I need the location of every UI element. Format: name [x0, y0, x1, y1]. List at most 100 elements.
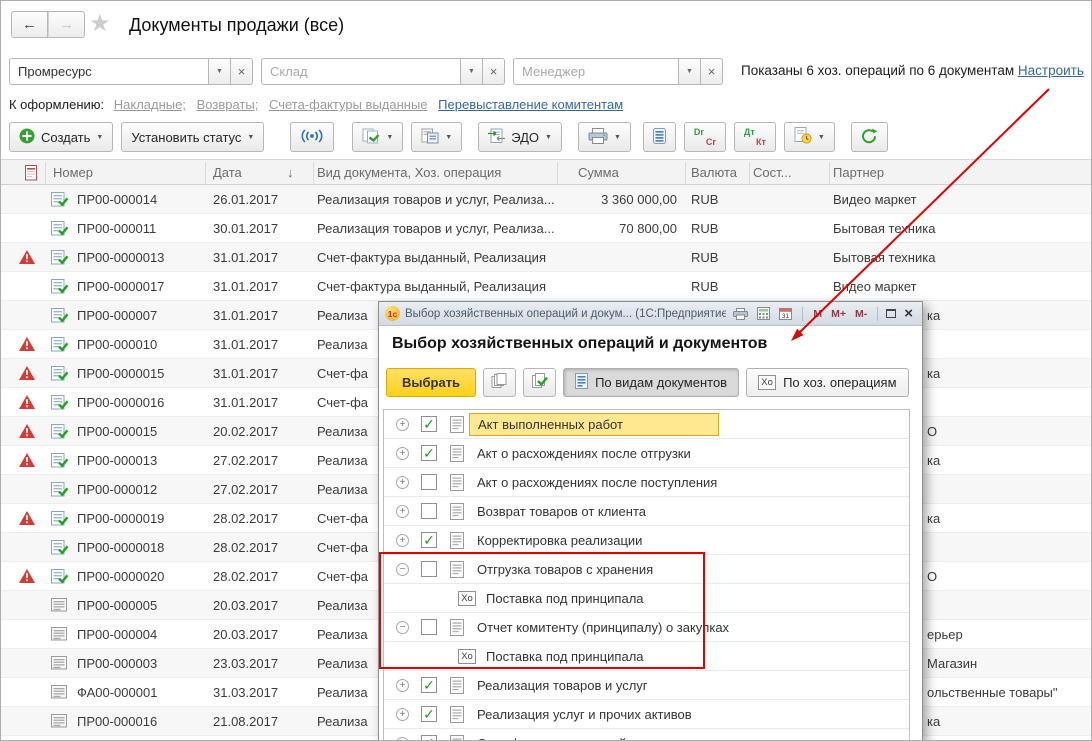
collapse-icon[interactable]: − [396, 621, 409, 634]
item-checkbox[interactable] [421, 619, 437, 635]
document-type-item[interactable]: + ✓ Акт о расхождениях после отгрузки [384, 439, 909, 468]
unposted-document-icon [51, 685, 68, 701]
item-label: Акт о расхождениях после отгрузки [477, 446, 691, 461]
item-checkbox[interactable]: ✓ [421, 416, 437, 432]
memory-m-minus-button[interactable]: М- [853, 308, 869, 320]
quick-link-reinvoice[interactable]: Перевыставление комитентам [438, 97, 623, 112]
quick-link-nakladnye[interactable]: Накладные; [114, 97, 186, 112]
column-header-currency[interactable]: Валюта [691, 160, 737, 185]
expand-icon[interactable]: + [396, 476, 409, 489]
memory-m-button[interactable]: М [811, 308, 824, 320]
warehouse-input[interactable]: Склад [261, 58, 461, 85]
item-checkbox[interactable]: ✓ [421, 532, 437, 548]
table-row[interactable]: ПР00-0000013 31.01.2017 Счет-фактура выдан… [1, 243, 1091, 272]
posting-state-column-icon [25, 165, 38, 184]
manager-clear-button[interactable]: × [701, 58, 723, 85]
report-list-button[interactable] [642, 122, 676, 152]
organization-dropdown-button[interactable]: ▼ [209, 58, 231, 85]
forward-button[interactable]: → [48, 11, 85, 38]
favorite-star-icon[interactable]: ★ [89, 9, 111, 38]
by-operations-toggle[interactable]: Xo По хоз. операциям [746, 368, 909, 397]
report-list-icon [652, 127, 666, 147]
select-button[interactable]: Выбрать [386, 368, 477, 397]
clear-icon: × [707, 64, 716, 79]
document-sum: 3 360 000,00 [601, 192, 677, 207]
pages-check-button[interactable] [523, 368, 557, 397]
discussions-button[interactable] [290, 122, 335, 152]
dt-kt-button[interactable]: Дт Кт [733, 122, 776, 152]
warehouse-clear-button[interactable]: × [483, 58, 505, 85]
column-header-partner[interactable]: Партнер [833, 160, 884, 185]
organization-clear-button[interactable]: × [231, 58, 253, 85]
document-type-item[interactable]: + ✓ Счет-фактура выданный [384, 729, 909, 740]
operation-sub-item[interactable]: Xo Поставка под принципала [384, 584, 909, 613]
edo-button[interactable]: ЭДО ▼ [478, 122, 562, 152]
posted-document-icon [51, 308, 69, 324]
quick-link-vozvraty[interactable]: Возвраты; [197, 97, 259, 112]
close-button[interactable]: × [901, 305, 916, 322]
configure-link[interactable]: Настроить [1018, 63, 1084, 78]
expand-icon[interactable]: + [396, 737, 409, 740]
titlebar-calendar-icon[interactable]: 31 [777, 307, 794, 320]
titlebar-calculator-icon[interactable] [755, 307, 772, 320]
item-checkbox[interactable] [421, 474, 437, 490]
create-based-on-button[interactable]: ▼ [352, 122, 404, 152]
operation-sub-item[interactable]: Xo Поставка под принципала [384, 642, 909, 671]
organization-input[interactable]: Промресурс [9, 58, 209, 85]
reports-button[interactable]: ▼ [411, 122, 463, 152]
maximize-button[interactable] [886, 309, 897, 318]
expand-icon[interactable]: + [396, 447, 409, 460]
table-header: Номер Дата ↓ Вид документа, Хоз. операци… [1, 159, 1091, 185]
dialog-titlebar[interactable]: 1с Выбор хозяйственных операций и докум.… [379, 302, 922, 326]
document-number: ПР00-0000017 [77, 279, 165, 294]
set-status-button[interactable]: Установить статус ▼ [121, 122, 265, 152]
chevron-down-icon: ▼ [216, 68, 223, 75]
titlebar-print-icon[interactable] [731, 307, 750, 320]
column-header-date[interactable]: Дата [213, 160, 242, 185]
expand-icon[interactable]: + [396, 534, 409, 547]
manager-placeholder: Менеджер [522, 64, 586, 79]
document-number: ПР00-000015 [77, 424, 158, 439]
expand-icon[interactable]: + [396, 505, 409, 518]
quick-link-invoices[interactable]: Счета-фактуры выданные [269, 97, 428, 112]
item-checkbox[interactable]: ✓ [421, 445, 437, 461]
document-type-item[interactable]: + ✓ Корректировка реализации [384, 526, 909, 555]
document-type-item[interactable]: + ✓ Реализация услуг и прочих активов [384, 700, 909, 729]
document-type-item[interactable]: − Отчет комитенту (принципалу) о закупках [384, 613, 909, 642]
expand-icon[interactable]: + [396, 679, 409, 692]
print-button[interactable]: ▼ [577, 122, 631, 152]
collapse-icon[interactable]: − [396, 563, 409, 576]
dr-cr-button[interactable]: Dr Cr [683, 122, 726, 152]
table-row[interactable]: ПР00-000014 26.01.2017 Реализация товаров … [1, 185, 1091, 214]
back-button[interactable]: ← [11, 11, 48, 38]
column-header-doctype[interactable]: Вид документа, Хоз. операция [317, 160, 501, 185]
document-schedule-button[interactable]: ▼ [783, 122, 835, 152]
warehouse-dropdown-button[interactable]: ▼ [461, 58, 483, 85]
item-checkbox[interactable]: ✓ [421, 735, 437, 740]
column-header-number[interactable]: Номер [53, 160, 93, 185]
manager-input[interactable]: Менеджер [513, 58, 679, 85]
expand-icon[interactable]: + [396, 418, 409, 431]
item-checkbox[interactable]: ✓ [421, 677, 437, 693]
item-checkbox[interactable] [421, 561, 437, 577]
memory-m-plus-button[interactable]: М+ [829, 308, 848, 320]
table-row[interactable]: ПР00-000011 30.01.2017 Реализация товаров … [1, 214, 1091, 243]
document-type-item[interactable]: + ✓ Реализация товаров и услуг [384, 671, 909, 700]
item-checkbox[interactable]: ✓ [421, 706, 437, 722]
column-header-sum[interactable]: Сумма [578, 160, 619, 185]
manager-dropdown-button[interactable]: ▼ [679, 58, 701, 85]
operation-selection-dialog: 1с Выбор хозяйственных операций и докум.… [378, 301, 923, 740]
expand-icon[interactable]: + [396, 708, 409, 721]
by-doc-types-toggle[interactable]: По видам документов [563, 368, 740, 397]
create-button[interactable]: Создать ▼ [9, 122, 114, 152]
document-type-item[interactable]: + ✓ Акт выполненных работ [384, 410, 909, 439]
column-header-status[interactable]: Сост... [753, 160, 791, 185]
table-row[interactable]: ПР00-0000017 31.01.2017 Счет-фактура выдан… [1, 272, 1091, 301]
item-checkbox[interactable] [421, 503, 437, 519]
document-type-item[interactable]: − Отгрузка товаров с хранения [384, 555, 909, 584]
refresh-button[interactable] [850, 122, 888, 152]
pages-stack-button[interactable] [483, 368, 517, 397]
document-type-item[interactable]: + Акт о расхождениях после поступления [384, 468, 909, 497]
document-partner [927, 475, 1089, 504]
document-type-item[interactable]: + Возврат товаров от клиента [384, 497, 909, 526]
